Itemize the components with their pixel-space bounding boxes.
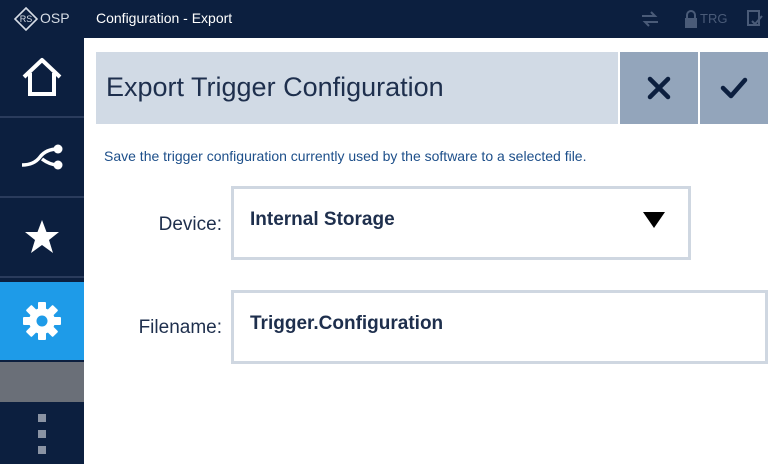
device-value: Internal Storage — [250, 209, 395, 230]
home-icon — [22, 58, 62, 96]
description-text: Save the trigger configuration currently… — [104, 148, 587, 164]
sidebar — [0, 38, 84, 464]
sidebar-item-configuration[interactable] — [0, 282, 84, 360]
device-label: Device: — [158, 214, 222, 235]
sidebar-item-favorites[interactable] — [0, 198, 84, 278]
window-title: Configuration - Export — [96, 10, 233, 26]
close-icon — [647, 76, 671, 100]
page-title: Export Trigger Configuration — [106, 72, 444, 102]
device-dropdown[interactable]: Internal Storage — [231, 186, 691, 260]
cancel-button[interactable] — [620, 52, 698, 124]
filename-value: Trigger.Configuration — [250, 313, 444, 334]
svg-text:RS: RS — [20, 14, 33, 24]
logo-text: OSP — [40, 10, 70, 26]
sync-arrows-icon — [642, 11, 658, 27]
sidebar-item-connection[interactable] — [0, 118, 84, 198]
sidebar-divider — [0, 362, 84, 402]
rohde-schwarz-logo-icon: RS — [14, 7, 38, 31]
trg-indicator: TRG — [700, 11, 728, 26]
dialog-header: Export Trigger Configuration — [96, 52, 618, 124]
checkmark-icon — [720, 77, 748, 99]
star-icon — [25, 220, 59, 253]
filename-input[interactable]: Trigger.Configuration — [231, 290, 768, 364]
connection-icon — [21, 144, 63, 170]
trigger-status-icon — [747, 10, 763, 26]
title-bar: RS OSP Configuration - Export TRG — [0, 0, 768, 38]
chevron-down-icon — [643, 212, 665, 228]
sidebar-item-home[interactable] — [0, 38, 84, 118]
sidebar-item-more[interactable] — [0, 404, 84, 464]
more-vertical-icon — [38, 414, 46, 454]
gear-icon — [23, 302, 61, 340]
confirm-button[interactable] — [700, 52, 768, 124]
filename-label: Filename: — [138, 317, 222, 338]
lock-icon — [685, 10, 697, 28]
